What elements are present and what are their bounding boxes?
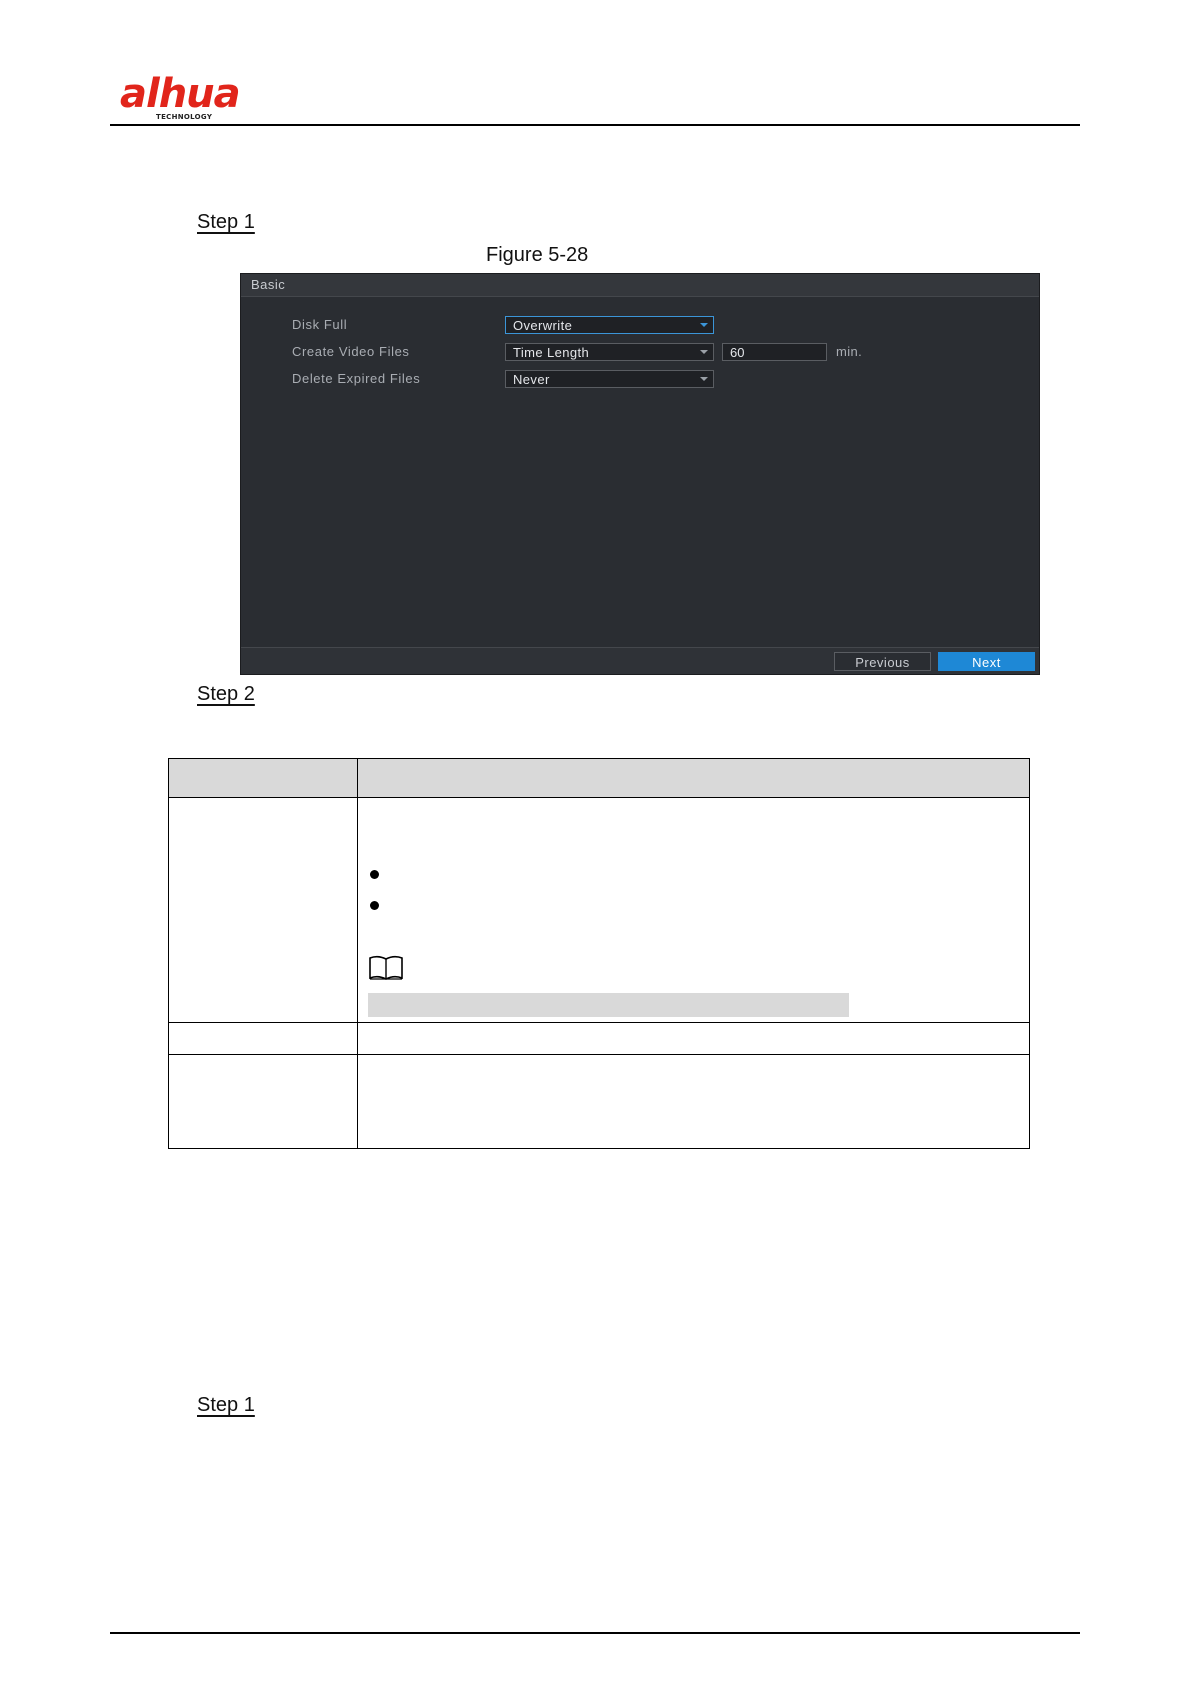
panel-footer: Previous Next: [241, 647, 1039, 674]
panel-title-bar: Basic: [241, 274, 1039, 297]
create-video-files-label: Create Video Files: [292, 344, 410, 359]
step-1-label: Step 1: [197, 211, 255, 233]
bullet-icon: [370, 870, 379, 879]
time-length-value: 60: [730, 345, 745, 360]
time-length-unit: min.: [836, 344, 863, 359]
brand-logo-sub: TECHNOLOGY: [156, 113, 213, 121]
highlight-band: [368, 993, 849, 1017]
create-video-files-value: Time Length: [513, 345, 590, 360]
disk-full-select[interactable]: Overwrite: [505, 316, 714, 334]
next-button[interactable]: Next: [938, 652, 1035, 671]
time-length-input[interactable]: 60: [722, 343, 827, 361]
delete-expired-files-select[interactable]: Never: [505, 370, 714, 388]
figure-caption: Figure 5-28: [486, 244, 589, 266]
chevron-down-icon: [700, 350, 708, 354]
disk-full-value: Overwrite: [513, 318, 573, 333]
header-rule: [110, 124, 1080, 126]
disk-full-label: Disk Full: [292, 317, 348, 332]
step-1-label-second: Step 1: [197, 1394, 255, 1416]
bullet-icon: [370, 901, 379, 910]
step-2-label: Step 2: [197, 683, 255, 705]
column-divider: [357, 759, 358, 1148]
book-icon: [369, 955, 403, 980]
chevron-down-icon: [700, 323, 708, 327]
create-video-files-select[interactable]: Time Length: [505, 343, 714, 361]
footer-rule: [110, 1632, 1080, 1634]
table-row-divider: [169, 1054, 1029, 1055]
parameter-table: [168, 758, 1030, 1149]
panel-title: Basic: [251, 277, 286, 292]
table-row-divider: [169, 1022, 1029, 1023]
delete-expired-files-value: Never: [513, 372, 550, 387]
delete-expired-files-label: Delete Expired Files: [292, 371, 421, 386]
basic-settings-panel: Basic Disk Full Overwrite Create Video F…: [240, 273, 1040, 675]
brand-logo-word: alhua: [120, 71, 241, 117]
chevron-down-icon: [700, 377, 708, 381]
brand-logo: alhua TECHNOLOGY: [120, 72, 260, 122]
previous-button[interactable]: Previous: [834, 652, 931, 671]
table-header: [169, 759, 1029, 798]
